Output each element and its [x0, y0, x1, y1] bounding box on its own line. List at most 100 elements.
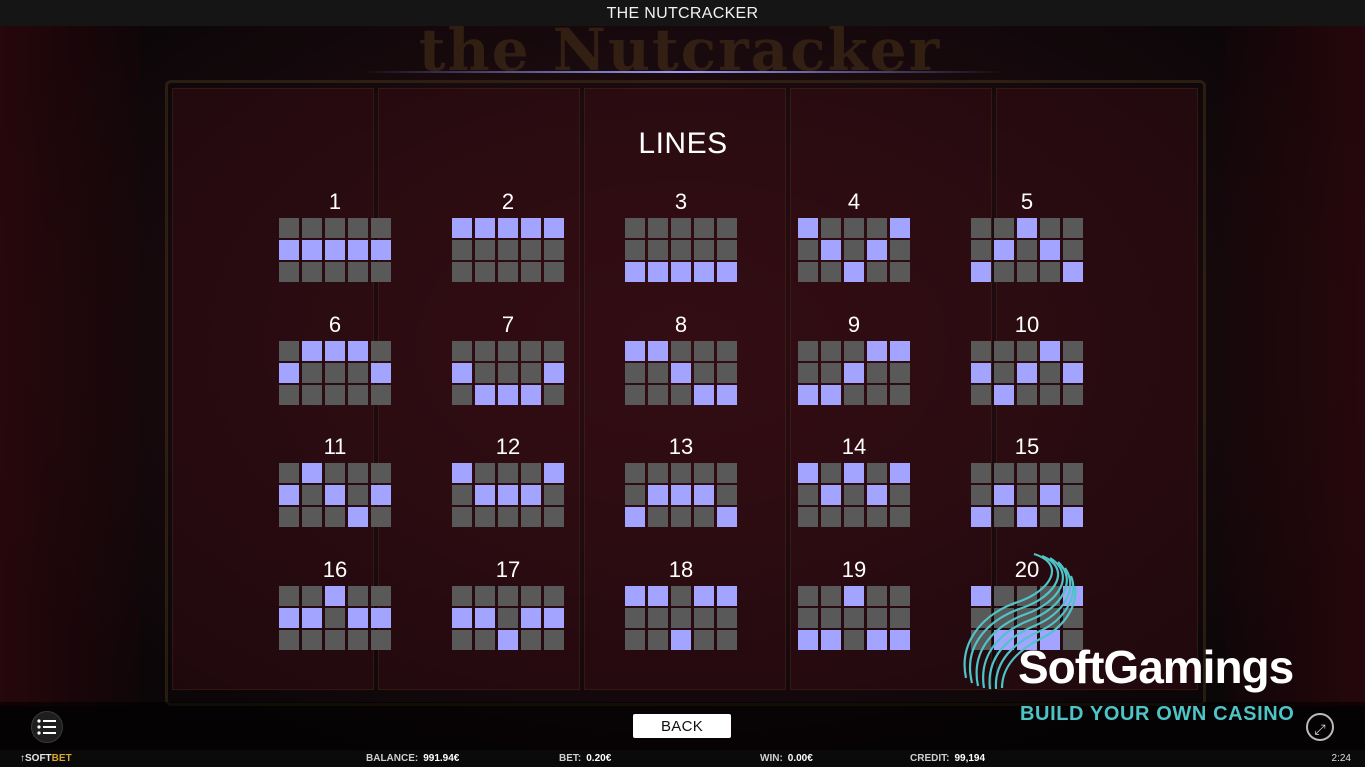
- payline-cell-active: [452, 608, 472, 628]
- payline-14: 14: [798, 435, 910, 535]
- payline-cell: [798, 485, 818, 505]
- payline-cell: [890, 385, 910, 405]
- payline-cell-active: [348, 240, 368, 260]
- win-value: 0.00€: [787, 753, 813, 764]
- payline-cell: [475, 630, 495, 650]
- payline-cell: [671, 240, 691, 260]
- payline-cell: [325, 630, 345, 650]
- payline-cell: [325, 363, 345, 383]
- win-display: WIN: 0.00€: [760, 750, 813, 767]
- payline-cell-active: [798, 218, 818, 238]
- payline-7: 7: [452, 313, 564, 413]
- payline-cell: [867, 218, 887, 238]
- payline-cell-active: [1017, 507, 1037, 527]
- payline-cell: [994, 507, 1014, 527]
- payline-number: 18: [668, 557, 694, 582]
- payline-cell: [325, 507, 345, 527]
- payline-cell-active: [1017, 363, 1037, 383]
- payline-3: 3: [625, 190, 737, 290]
- payline-cell: [371, 463, 391, 483]
- payline-13: 13: [625, 435, 737, 535]
- payline-cell: [648, 240, 668, 260]
- payline-16: 16: [279, 558, 391, 658]
- payline-cell: [475, 586, 495, 606]
- credit-display: CREDIT: 99,194: [910, 750, 985, 767]
- payline-cell-active: [994, 385, 1014, 405]
- payline-cell: [302, 218, 322, 238]
- payline-cell: [452, 485, 472, 505]
- win-label: WIN:: [760, 753, 783, 764]
- payline-cell: [821, 363, 841, 383]
- payline-cell: [1040, 218, 1060, 238]
- payline-cell-active: [694, 262, 714, 282]
- payline-cell: [1063, 218, 1083, 238]
- payline-cell: [844, 608, 864, 628]
- payline-cell: [717, 463, 737, 483]
- payline-cell: [867, 262, 887, 282]
- payline-cell: [844, 341, 864, 361]
- payline-cell: [544, 630, 564, 650]
- payline-cell: [1017, 385, 1037, 405]
- payline-cell: [371, 630, 391, 650]
- payline-cell-active: [648, 341, 668, 361]
- payline-cell: [890, 363, 910, 383]
- payline-cell: [971, 341, 991, 361]
- payline-cell: [325, 218, 345, 238]
- payline-cell: [498, 262, 518, 282]
- menu-button[interactable]: [31, 711, 63, 743]
- payline-cell: [452, 507, 472, 527]
- payline-cell-active: [821, 240, 841, 260]
- payline-cell: [994, 262, 1014, 282]
- payline-pattern: [625, 586, 737, 652]
- payline-cell: [475, 262, 495, 282]
- payline-10: 10: [971, 313, 1083, 413]
- payline-cell: [890, 262, 910, 282]
- brand-logo: ↑SOFTBET: [20, 750, 72, 767]
- payline-cell: [348, 630, 368, 650]
- payline-cell: [371, 507, 391, 527]
- payline-cell: [279, 218, 299, 238]
- payline-cell: [844, 630, 864, 650]
- payline-cell: [475, 507, 495, 527]
- payline-cell: [821, 608, 841, 628]
- payline-cell: [798, 363, 818, 383]
- payline-cell-active: [325, 485, 345, 505]
- credit-label: CREDIT:: [910, 753, 950, 764]
- payline-cell-active: [1040, 240, 1060, 260]
- payline-pattern: [279, 341, 391, 407]
- payline-pattern: [798, 341, 910, 407]
- payline-cell: [867, 507, 887, 527]
- payline-cell: [279, 507, 299, 527]
- payline-number: 13: [668, 434, 694, 459]
- payline-cell-active: [521, 608, 541, 628]
- payline-cell-active: [279, 608, 299, 628]
- payline-cell: [279, 262, 299, 282]
- payline-cell: [279, 586, 299, 606]
- payline-cell: [498, 586, 518, 606]
- payline-cell-active: [994, 240, 1014, 260]
- payline-cell-active: [625, 262, 645, 282]
- payline-pattern: [798, 586, 910, 652]
- back-button[interactable]: BACK: [633, 714, 731, 738]
- payline-cell: [325, 262, 345, 282]
- title-divider: [360, 71, 1005, 73]
- payline-cell-active: [867, 341, 887, 361]
- payline-cell: [279, 341, 299, 361]
- payline-cell: [890, 240, 910, 260]
- payline-cell: [671, 507, 691, 527]
- payline-cell-active: [498, 630, 518, 650]
- clock: 2:24: [1331, 753, 1351, 764]
- payline-number: 9: [847, 312, 861, 337]
- payline-pattern: [971, 463, 1083, 529]
- payline-cell: [521, 507, 541, 527]
- payline-cell: [821, 341, 841, 361]
- payline-cell: [821, 262, 841, 282]
- payline-19: 19: [798, 558, 910, 658]
- payline-cell-active: [798, 463, 818, 483]
- payline-cell-active: [279, 240, 299, 260]
- payline-cell: [521, 240, 541, 260]
- payline-cell-active: [521, 385, 541, 405]
- payline-cell: [544, 341, 564, 361]
- payline-cell: [325, 385, 345, 405]
- payline-cell-active: [671, 262, 691, 282]
